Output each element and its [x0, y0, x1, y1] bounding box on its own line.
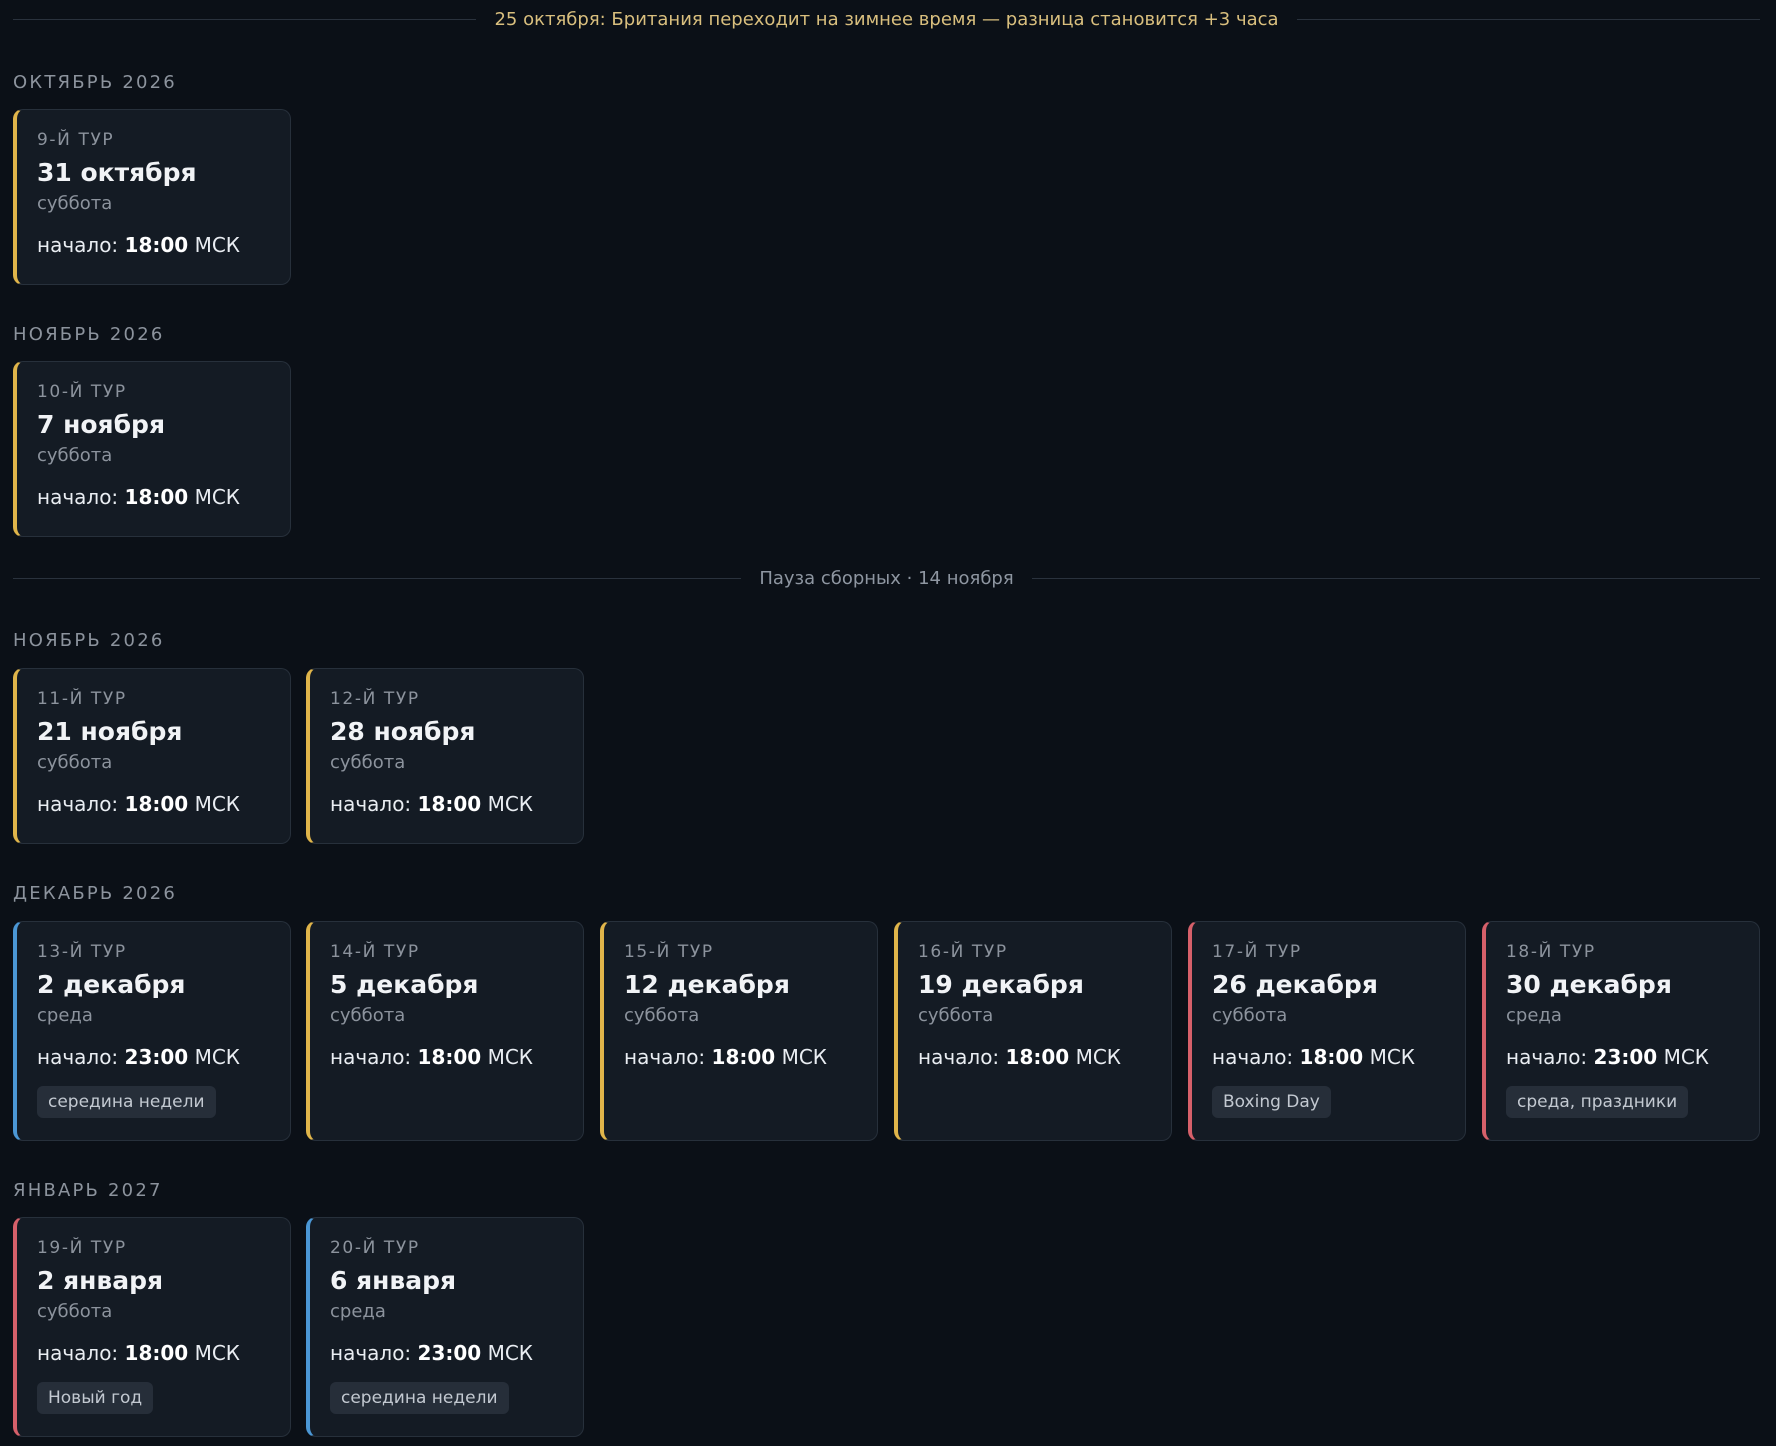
dst-notice-divider: 25 октября: Британия переходит на зимнее… [13, 5, 1761, 33]
round-start-time: начало: 18:00 МСК [37, 485, 240, 509]
divider-line-left [13, 18, 477, 20]
divider-line-left [13, 577, 742, 579]
round-card-13[interactable]: 13-й тур 2 декабря среда начало: 23:00 М… [13, 921, 291, 1141]
round-number: 12-й тур [330, 689, 420, 709]
divider-line-right [1296, 18, 1761, 20]
round-number: 19-й тур [37, 1238, 127, 1258]
round-start-time: начало: 18:00 МСК [37, 792, 240, 816]
round-number: 15-й тур [624, 942, 714, 962]
round-card-17[interactable]: 17-й тур 26 декабря суббота начало: 18:0… [1188, 921, 1466, 1141]
round-weekday: суббота [37, 1301, 113, 1322]
round-weekday: суббота [37, 752, 113, 773]
round-number: 16-й тур [918, 942, 1008, 962]
round-date: 2 декабря [37, 970, 186, 999]
round-start-time: начало: 18:00 МСК [624, 1045, 827, 1069]
round-number: 10-й тур [37, 382, 127, 402]
round-start-time: начало: 18:00 МСК [37, 233, 240, 257]
round-tag: середина недели [37, 1086, 216, 1118]
round-weekday: суббота [918, 1005, 994, 1026]
round-card-14[interactable]: 14-й тур 5 декабря суббота начало: 18:00… [306, 921, 584, 1141]
round-number: 17-й тур [1212, 942, 1302, 962]
round-card-20[interactable]: 20-й тур 6 января среда начало: 23:00 МС… [306, 1217, 584, 1437]
round-number: 14-й тур [330, 942, 420, 962]
round-date: 26 декабря [1212, 970, 1378, 999]
round-tag: середина недели [330, 1382, 509, 1414]
round-weekday: суббота [37, 193, 113, 214]
round-date: 12 декабря [624, 970, 790, 999]
round-weekday: среда [330, 1301, 386, 1322]
round-card-16[interactable]: 16-й тур 19 декабря суббота начало: 18:0… [894, 921, 1172, 1141]
round-card-10[interactable]: 10-й тур 7 ноября суббота начало: 18:00 … [13, 361, 291, 537]
pause-notice: Пауза сборных · 14 ноября [759, 567, 1014, 589]
round-tag: среда, праздники [1506, 1086, 1689, 1118]
round-date: 2 января [37, 1266, 164, 1295]
round-date: 21 ноября [37, 717, 183, 746]
round-date: 19 декабря [918, 970, 1084, 999]
round-weekday: суббота [1212, 1005, 1288, 1026]
round-start-time: начало: 18:00 МСК [330, 1045, 533, 1069]
round-weekday: суббота [330, 1005, 406, 1026]
divider-line-right [1031, 577, 1760, 579]
round-card-12[interactable]: 12-й тур 28 ноября суббота начало: 18:00… [306, 668, 584, 844]
round-number: 11-й тур [37, 689, 127, 709]
round-card-11[interactable]: 11-й тур 21 ноября суббота начало: 18:00… [13, 668, 291, 844]
round-card-9[interactable]: 9-й тур 31 октября суббота начало: 18:00… [13, 109, 291, 285]
schedule-page: 25 октября: Британия переходит на зимнее… [0, 0, 1776, 1446]
round-start-time: начало: 23:00 МСК [1506, 1045, 1709, 1069]
round-start-time: начало: 23:00 МСК [330, 1341, 533, 1365]
round-number: 20-й тур [330, 1238, 420, 1258]
round-card-15[interactable]: 15-й тур 12 декабря суббота начало: 18:0… [600, 921, 878, 1141]
round-number: 13-й тур [37, 942, 127, 962]
round-date: 5 декабря [330, 970, 479, 999]
round-weekday: среда [37, 1005, 93, 1026]
round-weekday: суббота [330, 752, 406, 773]
month-label-december-2026: Декабрь 2026 [13, 883, 178, 904]
round-date: 7 ноября [37, 410, 166, 439]
round-weekday: среда [1506, 1005, 1562, 1026]
round-start-time: начало: 18:00 МСК [37, 1341, 240, 1365]
round-number: 9-й тур [37, 130, 115, 150]
international-break-divider: Пауза сборных · 14 ноября [13, 564, 1760, 592]
round-date: 28 ноября [330, 717, 476, 746]
round-card-18[interactable]: 18-й тур 30 декабря среда начало: 23:00 … [1482, 921, 1760, 1141]
month-label-january-2027: Январь 2027 [13, 1180, 163, 1201]
dst-notice: 25 октября: Британия переходит на зимнее… [494, 8, 1279, 30]
round-card-19[interactable]: 19-й тур 2 января суббота начало: 18:00 … [13, 1217, 291, 1437]
month-label-november-2026-second: Ноябрь 2026 [13, 630, 165, 651]
round-start-time: начало: 18:00 МСК [1212, 1045, 1415, 1069]
round-weekday: суббота [37, 445, 113, 466]
month-label-november-2026: Ноябрь 2026 [13, 324, 165, 345]
round-tag: Boxing Day [1212, 1086, 1331, 1118]
round-weekday: суббота [624, 1005, 700, 1026]
round-date: 31 октября [37, 158, 197, 187]
round-tag: Новый год [37, 1382, 154, 1414]
round-date: 6 января [330, 1266, 457, 1295]
round-start-time: начало: 18:00 МСК [918, 1045, 1121, 1069]
round-start-time: начало: 23:00 МСК [37, 1045, 240, 1069]
round-start-time: начало: 18:00 МСК [330, 792, 533, 816]
month-label-october-2026: Октябрь 2026 [13, 72, 177, 93]
round-date: 30 декабря [1506, 970, 1672, 999]
round-number: 18-й тур [1506, 942, 1596, 962]
